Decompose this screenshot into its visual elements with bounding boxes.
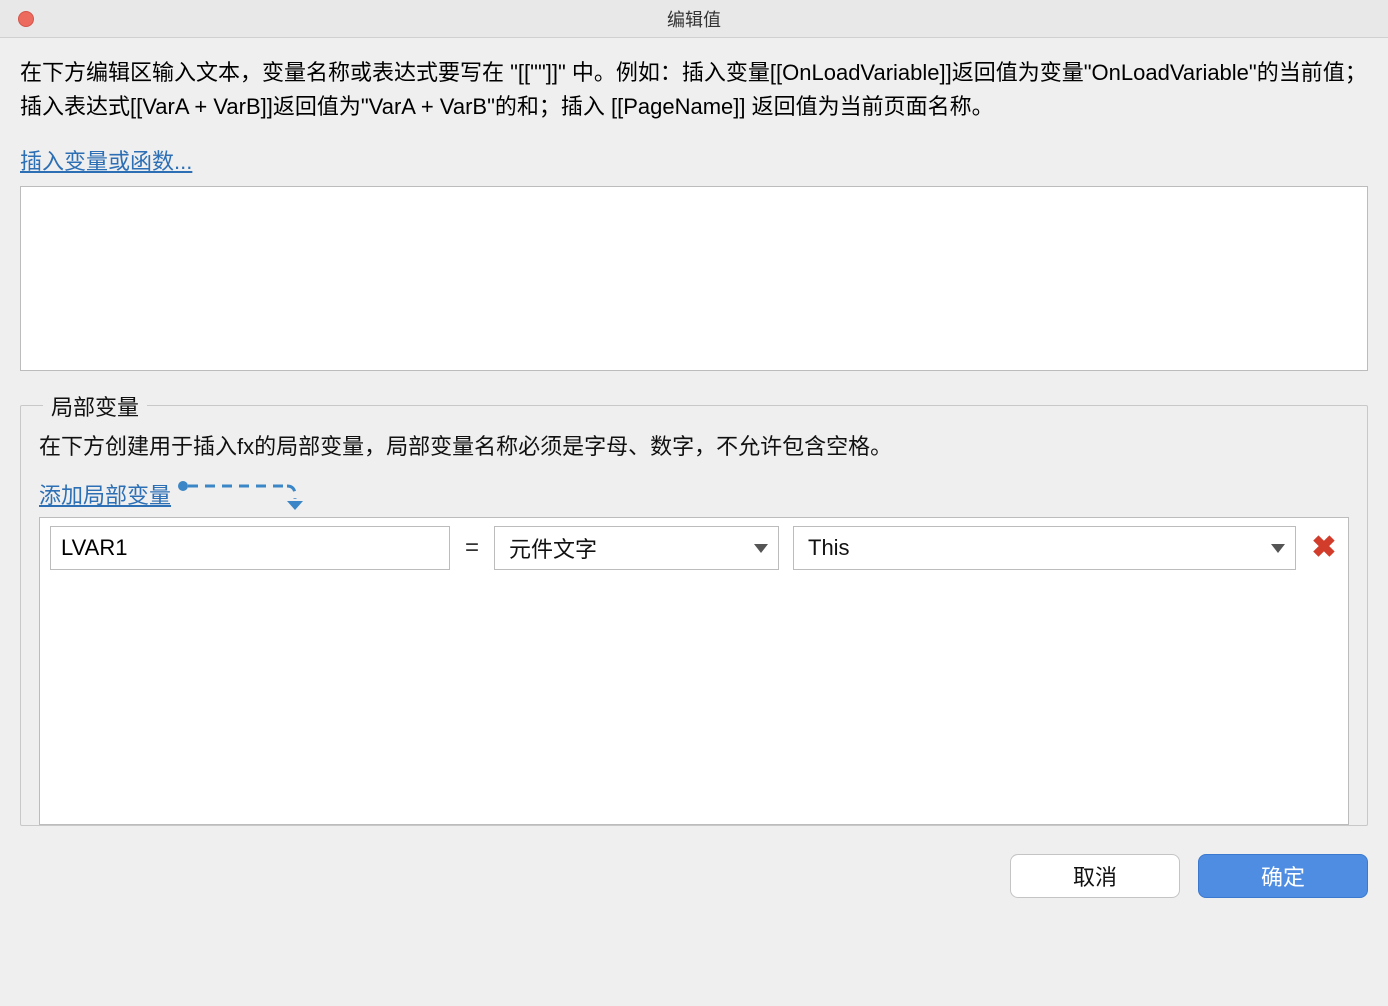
- cancel-button[interactable]: 取消: [1010, 854, 1180, 898]
- variable-target-dropdown[interactable]: This: [793, 526, 1296, 570]
- close-window-icon[interactable]: [18, 11, 34, 27]
- variable-target-value: This: [808, 535, 850, 561]
- variable-type-value: 元件文字: [509, 532, 597, 564]
- chevron-down-icon: [1271, 544, 1285, 553]
- ok-button[interactable]: 确定: [1198, 854, 1368, 898]
- expression-textarea[interactable]: [20, 186, 1368, 371]
- arrow-down-icon: [177, 477, 307, 511]
- local-variable-row: = 元件文字 This ✖: [50, 526, 1338, 570]
- insert-variable-link[interactable]: 插入变量或函数...: [20, 144, 192, 176]
- add-local-variable-link[interactable]: 添加局部变量: [39, 478, 171, 510]
- titlebar: 编辑值: [0, 0, 1388, 38]
- dialog-footer: 取消 确定: [0, 826, 1388, 898]
- local-variables-fieldset: 局部变量 在下方创建用于插入fx的局部变量，局部变量名称必须是字母、数字，不允许…: [20, 405, 1368, 826]
- add-local-variable-row: 添加局部变量: [39, 477, 1349, 511]
- chevron-down-icon: [754, 544, 768, 553]
- equals-label: =: [464, 534, 480, 562]
- delete-row-icon[interactable]: ✖: [1310, 533, 1338, 563]
- variable-name-input[interactable]: [50, 526, 450, 570]
- dialog-content: 在下方编辑区输入文本，变量名称或表达式要写在 "[[""]]" 中。例如：插入变…: [0, 38, 1388, 826]
- variable-type-dropdown[interactable]: 元件文字: [494, 526, 779, 570]
- local-variables-panel: = 元件文字 This ✖: [39, 517, 1349, 825]
- fieldset-legend: 局部变量: [43, 390, 147, 422]
- local-variables-help: 在下方创建用于插入fx的局部变量，局部变量名称必须是字母、数字，不允许包含空格。: [39, 430, 1349, 463]
- help-text: 在下方编辑区输入文本，变量名称或表达式要写在 "[[""]]" 中。例如：插入变…: [20, 56, 1368, 124]
- window-title: 编辑值: [667, 6, 721, 32]
